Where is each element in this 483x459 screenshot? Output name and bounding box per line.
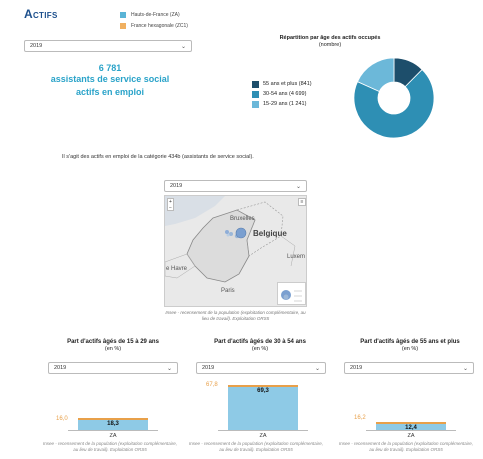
chart-title: Part d'actifs âgés de 15 à 29 ans — [67, 339, 159, 345]
zoom-out-icon[interactable]: − — [168, 205, 173, 211]
chart-unit: (en %) — [401, 346, 419, 352]
legend: Hauts-de-France (ZA) France hexagonale (… — [120, 12, 188, 29]
repartition-header: Répartition par âge des actifs occupés (… — [240, 35, 420, 48]
chart-source-note: Insee - recensement de la population (ex… — [338, 441, 474, 452]
year-select[interactable]: 2019 ⌄ — [24, 40, 192, 52]
map-size-legend-circles — [281, 290, 302, 302]
chart-reference-label: 16,0 — [56, 415, 68, 422]
repartition-title: Répartition par âge des actifs occupés — [279, 35, 381, 41]
map-source-note: Insee - recensement de la population (ex… — [165, 310, 306, 321]
chart-source-note: Insee - recensement de la population (ex… — [42, 441, 178, 452]
chevron-down-icon: ⌄ — [180, 43, 186, 50]
chart-panel-55-plus: Part d'actifs âgés de 55 ans et plus (en… — [340, 339, 480, 352]
layers-icon[interactable]: ≡ — [298, 198, 306, 206]
map-year-select[interactable]: 2019 ⌄ — [164, 180, 307, 192]
map-label-havre: e Havre — [166, 266, 188, 272]
chevron-down-icon: ⌄ — [314, 365, 320, 372]
legend-label-za: Hauts-de-France (ZA) — [131, 12, 180, 18]
legend-item-za: Hauts-de-France (ZA) — [120, 12, 188, 18]
map-year-select-value: 2019 — [170, 183, 183, 189]
chart-category-label: ZA — [109, 433, 117, 439]
chart-source-note: Insee - recensement de la population (ex… — [188, 441, 324, 452]
age-legend-item: 55 ans et plus (841) — [252, 79, 312, 89]
chevron-down-icon: ⌄ — [462, 365, 468, 372]
age-swatch — [252, 80, 259, 88]
chart-unit: (en %) — [104, 346, 122, 352]
chart-year-select[interactable]: 2019 ⌄ — [344, 362, 474, 374]
chevron-down-icon: ⌄ — [166, 365, 172, 372]
year-select-value: 2019 — [30, 43, 43, 49]
repartition-subtitle: (nombre) — [318, 42, 342, 48]
age-legend-label: 15-29 ans (1 241) — [263, 101, 307, 107]
kpi-block: 6 781 assistants de service social actif… — [40, 63, 180, 99]
age-legend-item: 15-29 ans (1 241) — [252, 99, 312, 109]
chart-panel-15-29: Part d'actifs âgés de 15 à 29 ans (en %) — [48, 339, 178, 352]
chart-title: Part d'actifs âgés de 55 ans et plus — [360, 339, 460, 345]
age-swatch — [252, 100, 259, 108]
chart-bar-value-label: 69,3 — [257, 387, 269, 394]
legend-label-zc1: France hexagonale (ZC1) — [131, 23, 188, 29]
chart-year-select[interactable]: 2019 ⌄ — [196, 362, 326, 374]
map-label-paris: Paris — [221, 288, 235, 294]
chart-category-label: ZA — [407, 433, 415, 439]
map[interactable]: + − ≡ Bruxelles Belgique Luxem e Havre P… — [164, 195, 307, 307]
chart-reference-label: 16,2 — [354, 415, 366, 422]
chart-axis-line — [68, 430, 158, 431]
chart-bar-value-label: 18,3 — [107, 421, 119, 428]
chart-year-select-value: 2019 — [350, 365, 363, 371]
chart-unit: (en %) — [251, 346, 269, 352]
age-legend-item: 30-54 ans (4 699) — [252, 89, 312, 99]
map-label-belgique: Belgique — [253, 229, 287, 238]
age-legend-label: 30-54 ans (4 699) — [263, 91, 307, 97]
chart-year-select-value: 2019 — [202, 365, 215, 371]
legend-item-zc1: France hexagonale (ZC1) — [120, 23, 188, 29]
legend-swatch-zc1 — [120, 23, 126, 29]
kpi-number: 6 781 — [98, 63, 122, 73]
map-size-legend — [277, 282, 306, 305]
chart-axis-line — [218, 430, 308, 431]
age-donut-chart — [353, 57, 435, 139]
description-text: Il s'agit des actifs en emploi de la cat… — [62, 154, 254, 160]
age-swatch — [252, 90, 259, 98]
age-legend-label: 55 ans et plus (841) — [263, 81, 312, 87]
chart-bar-value-label: 12,4 — [405, 424, 417, 431]
age-legend: 55 ans et plus (841) 30-54 ans (4 699) 1… — [252, 79, 312, 109]
map-label-bruxelles: Bruxelles — [230, 216, 255, 222]
chart-category-label: ZA — [259, 433, 267, 439]
chart-year-select-value: 2019 — [54, 365, 67, 371]
map-label-luxembourg: Luxem — [287, 254, 306, 260]
kpi-label-1: assistants de service social — [50, 74, 170, 84]
kpi-label-2: actifs en emploi — [75, 87, 145, 97]
zoom-control[interactable]: + − — [167, 198, 174, 211]
chevron-down-icon: ⌄ — [295, 183, 301, 190]
chart-reference-label: 67,8 — [206, 381, 218, 388]
chart-panel-30-54: Part d'actifs âgés de 30 à 54 ans (en %) — [195, 339, 325, 352]
chart-title: Part d'actifs âgés de 30 à 54 ans — [214, 339, 306, 345]
chart-year-select[interactable]: 2019 ⌄ — [48, 362, 178, 374]
page-title: Actifs — [24, 7, 58, 21]
legend-swatch-za — [120, 12, 126, 18]
